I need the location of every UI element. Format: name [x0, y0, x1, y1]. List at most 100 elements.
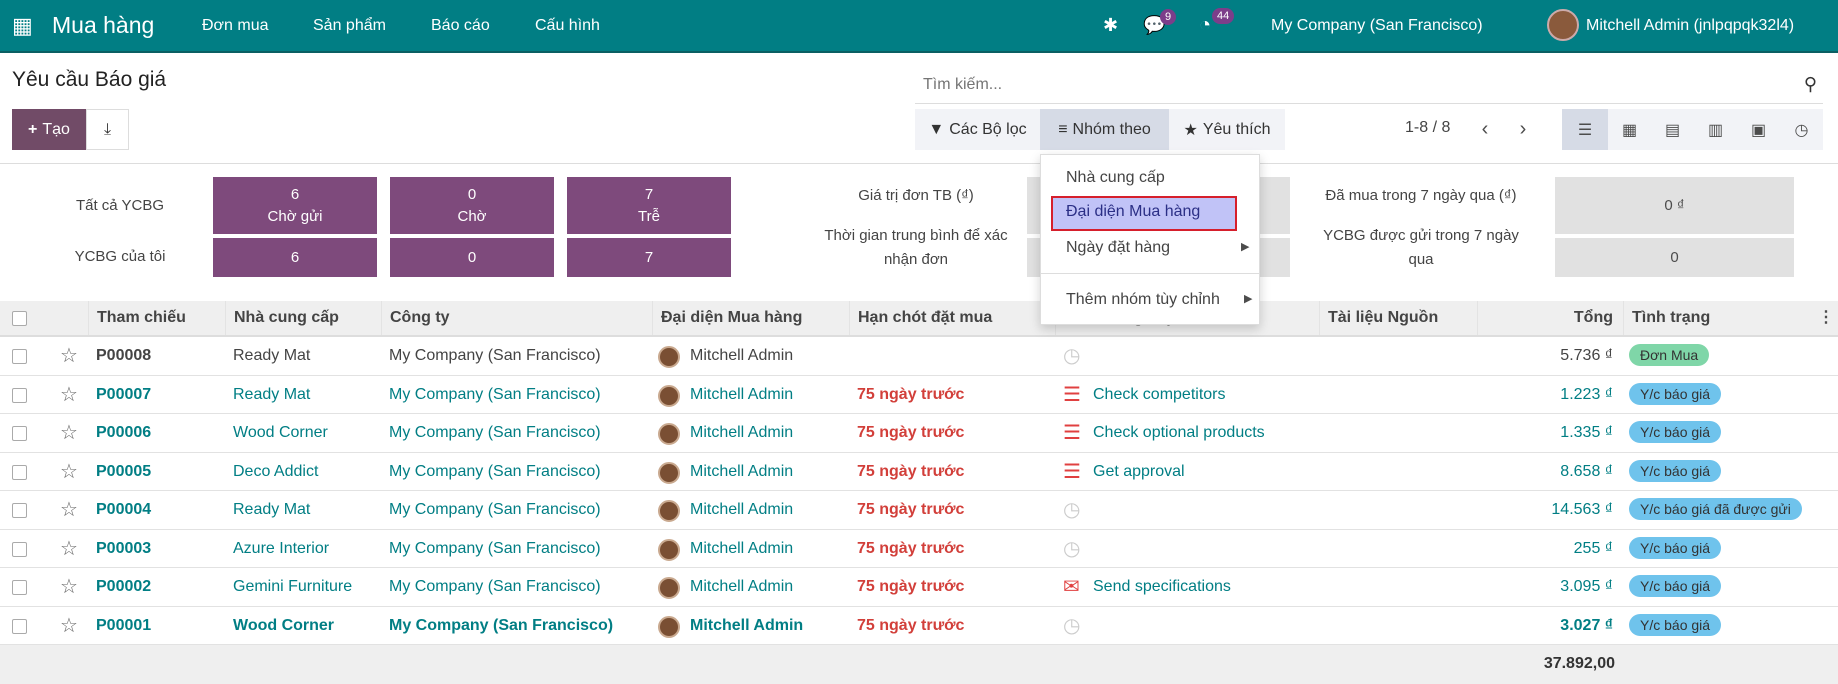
- groupby-vendor[interactable]: Nhà cung cấp: [1066, 169, 1165, 187]
- chat-icon[interactable]: 💬: [1143, 0, 1165, 51]
- menu-config[interactable]: Cấu hình: [535, 0, 600, 51]
- row-checkbox[interactable]: [12, 387, 27, 403]
- column-header-buyer[interactable]: Đại diện Mua hàng: [652, 301, 849, 335]
- groupby-button[interactable]: ≡ Nhóm theo: [1040, 109, 1169, 150]
- todo-icon[interactable]: ☰: [1055, 376, 1081, 414]
- row-checkbox[interactable]: [12, 349, 27, 364]
- column-header-ref[interactable]: Tham chiếu: [88, 301, 225, 335]
- activity-cell[interactable]: [1085, 607, 1093, 645]
- pivot-view-icon[interactable]: ▤: [1651, 109, 1694, 150]
- search-input[interactable]: [915, 68, 1775, 102]
- clock-icon[interactable]: ◷: [1055, 337, 1080, 375]
- company-switcher[interactable]: My Company (San Francisco): [1271, 0, 1483, 51]
- waiting-box[interactable]: 0 Chờ: [390, 177, 554, 234]
- late-box[interactable]: 7 Trễ: [567, 177, 731, 234]
- activity-cell[interactable]: Send specifications: [1085, 568, 1231, 606]
- filters-button[interactable]: ▼ Các Bộ lọc: [915, 109, 1040, 150]
- groupby-order-date[interactable]: Ngày đặt hàng: [1066, 239, 1170, 257]
- calendar-view-icon[interactable]: ▣: [1737, 109, 1780, 150]
- row-checkbox[interactable]: [12, 580, 27, 595]
- list-view-icon[interactable]: ☰: [1562, 109, 1608, 150]
- table-row[interactable]: ☆ P00002 Gemini Furniture My Company (Sa…: [0, 568, 1838, 607]
- star-icon[interactable]: ☆: [52, 491, 78, 529]
- row-checkbox[interactable]: [12, 464, 27, 480]
- ref-cell[interactable]: P00004: [88, 491, 151, 529]
- table-row[interactable]: ☆ P00008 Ready Mat My Company (San Franc…: [0, 337, 1838, 376]
- activity-cell[interactable]: [1085, 337, 1093, 375]
- table-row[interactable]: ☆ P00004 Ready Mat My Company (San Franc…: [0, 491, 1838, 530]
- table-row[interactable]: ☆ P00003 Azure Interior My Company (San …: [0, 530, 1838, 568]
- star-icon[interactable]: ☆: [52, 337, 78, 375]
- ref-cell[interactable]: P00003: [88, 530, 151, 568]
- ref-cell[interactable]: P00002: [88, 568, 151, 606]
- kanban-view-icon[interactable]: ▦: [1608, 109, 1651, 150]
- chevron-left-icon[interactable]: ‹: [1470, 109, 1500, 150]
- my-to-send-box[interactable]: 6: [213, 238, 377, 277]
- table-row[interactable]: ☆ P00001 Wood Corner My Company (San Fra…: [0, 607, 1838, 645]
- star-icon[interactable]: ☆: [52, 607, 78, 645]
- ref-cell[interactable]: P00001: [88, 607, 151, 645]
- deadline-cell: 75 ngày trước: [857, 462, 965, 480]
- avatar: [658, 423, 680, 445]
- todo-icon[interactable]: ☰: [1055, 414, 1081, 452]
- table-row[interactable]: ☆ P00007 Ready Mat My Company (San Franc…: [0, 376, 1838, 414]
- activity-cell[interactable]: Get approval: [1085, 453, 1185, 491]
- avatar[interactable]: [1547, 9, 1579, 41]
- email-icon[interactable]: ✉: [1055, 568, 1080, 606]
- ref-cell[interactable]: P00005: [88, 453, 151, 491]
- column-options-icon[interactable]: ⋮: [1818, 301, 1834, 335]
- create-button[interactable]: + Tạo: [12, 109, 86, 150]
- star-icon[interactable]: ☆: [52, 453, 78, 491]
- row-checkbox[interactable]: [12, 503, 27, 518]
- view-switcher: ☰ ▦ ▤ ▥ ▣ ◷: [1562, 109, 1823, 150]
- column-header-status[interactable]: Tình trạng: [1623, 301, 1838, 335]
- activity-cell[interactable]: [1085, 491, 1093, 529]
- favorites-button[interactable]: ★ Yêu thích: [1169, 109, 1285, 150]
- row-checkbox[interactable]: [12, 426, 27, 441]
- table-row[interactable]: ☆ P00005 Deco Addict My Company (San Fra…: [0, 453, 1838, 491]
- todo-icon[interactable]: ☰: [1055, 453, 1081, 491]
- activity-cell[interactable]: Check optional products: [1085, 414, 1265, 452]
- activity-view-icon[interactable]: ◷: [1780, 109, 1823, 150]
- my-late-box[interactable]: 7: [567, 238, 731, 277]
- star-icon[interactable]: ☆: [52, 568, 78, 606]
- to-send-box[interactable]: 6 Chờ gửi: [213, 177, 377, 234]
- activity-cell[interactable]: Check competitors: [1085, 376, 1226, 414]
- download-icon[interactable]: ⤓: [86, 109, 129, 150]
- user-menu[interactable]: Mitchell Admin (jnlpqpqk32l4): [1586, 0, 1794, 51]
- grid-icon[interactable]: ▦: [12, 0, 33, 51]
- chevron-right-icon[interactable]: ›: [1508, 109, 1538, 150]
- column-header-company[interactable]: Công ty: [381, 301, 652, 335]
- column-header-total[interactable]: Tổng: [1477, 301, 1623, 335]
- row-checkbox[interactable]: [12, 541, 27, 557]
- add-custom-group[interactable]: Thêm nhóm tùy chỉnh: [1066, 291, 1220, 309]
- activity-clock-icon[interactable]: ◔: [1199, 0, 1211, 51]
- clock-icon[interactable]: ◷: [1055, 607, 1080, 645]
- menu-orders[interactable]: Đơn mua: [202, 0, 269, 51]
- menu-reports[interactable]: Báo cáo: [431, 0, 490, 51]
- bug-icon[interactable]: ✱: [1103, 0, 1118, 51]
- row-checkbox[interactable]: [12, 618, 27, 634]
- activity-cell[interactable]: [1085, 530, 1093, 568]
- company-cell: My Company (San Francisco): [389, 347, 601, 364]
- app-name[interactable]: Mua hàng: [52, 0, 154, 51]
- ref-cell[interactable]: P00006: [88, 414, 151, 452]
- menu-products[interactable]: Sản phẩm: [313, 0, 386, 51]
- search-icon[interactable]: ⚲: [1804, 74, 1817, 95]
- select-all-checkbox[interactable]: [12, 311, 27, 326]
- column-header-source[interactable]: Tài liệu Nguồn: [1319, 301, 1477, 335]
- clock-icon[interactable]: ◷: [1055, 491, 1080, 529]
- ref-cell[interactable]: P00008: [88, 337, 151, 375]
- vendor-cell: Wood Corner: [233, 616, 335, 634]
- my-waiting-box[interactable]: 0: [390, 238, 554, 277]
- column-header-deadline[interactable]: Hạn chót đặt mua: [849, 301, 1055, 335]
- table-row[interactable]: ☆ P00006 Wood Corner My Company (San Fra…: [0, 414, 1838, 453]
- column-header-vendor[interactable]: Nhà cung cấp: [225, 301, 381, 335]
- footer-total: 37.892,00: [1543, 655, 1615, 672]
- star-icon[interactable]: ☆: [52, 376, 78, 414]
- star-icon[interactable]: ☆: [52, 530, 78, 568]
- clock-icon[interactable]: ◷: [1055, 530, 1080, 568]
- star-icon[interactable]: ☆: [52, 414, 78, 452]
- ref-cell[interactable]: P00007: [88, 376, 151, 414]
- graph-view-icon[interactable]: ▥: [1694, 109, 1737, 150]
